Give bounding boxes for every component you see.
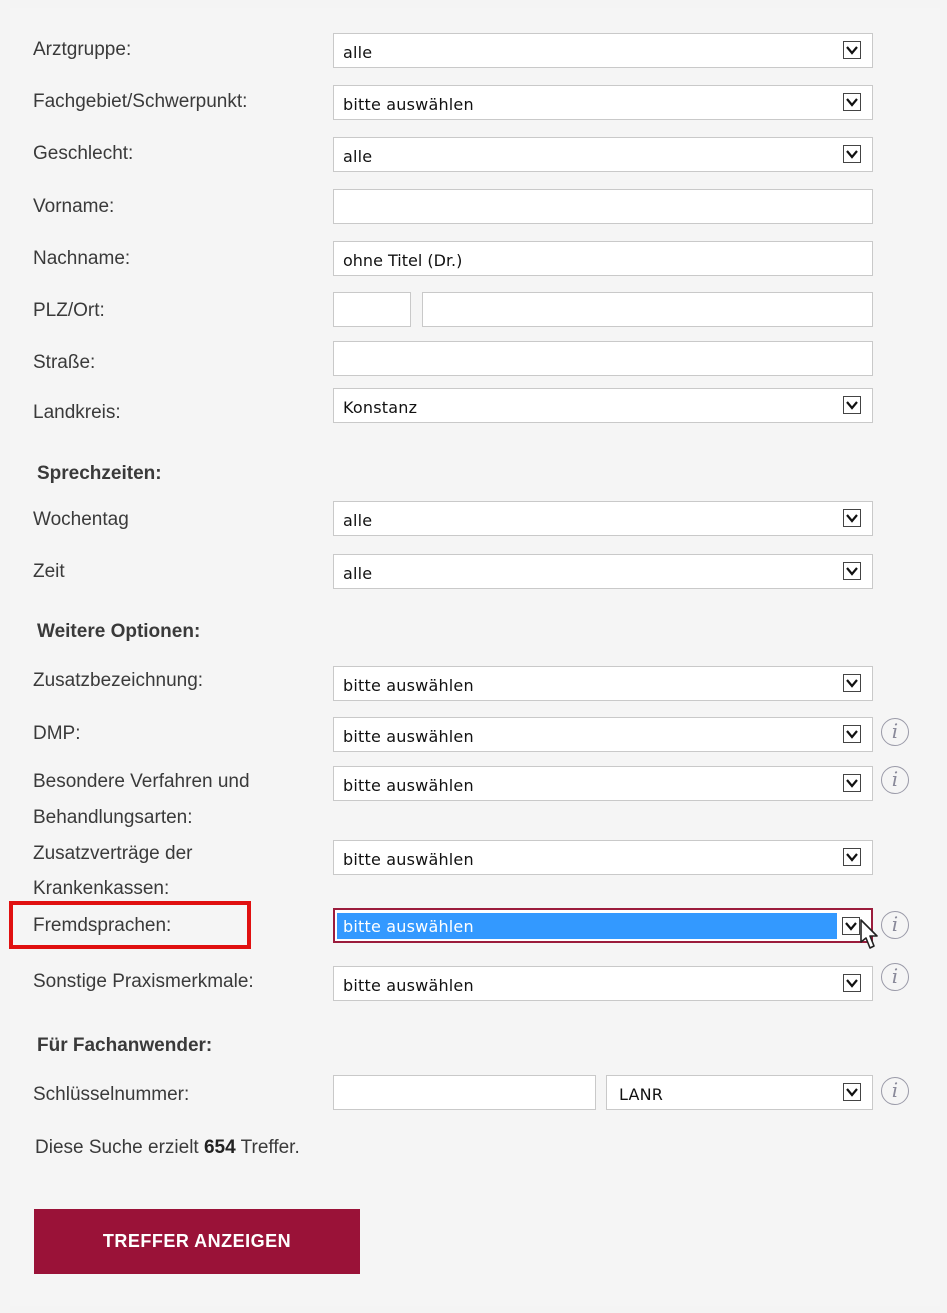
label-arztgruppe: Arztgruppe: — [33, 39, 132, 60]
chevron-down-icon[interactable] — [843, 396, 861, 414]
label-dmp: DMP: — [33, 723, 81, 744]
label-zusatzbezeichnung: Zusatzbezeichnung: — [33, 670, 204, 691]
schluesselnummer-input[interactable] — [333, 1075, 596, 1110]
info-icon[interactable]: i — [881, 911, 909, 939]
label-landkreis: Landkreis: — [33, 402, 121, 423]
strasse-input[interactable] — [333, 341, 873, 376]
input-placeholder: ohne Titel (Dr.) — [343, 251, 463, 270]
select-wochentag[interactable]: alle — [333, 501, 873, 536]
select-arztgruppe[interactable]: alle — [333, 33, 873, 68]
chevron-down-icon[interactable] — [843, 145, 861, 163]
chevron-down-icon[interactable] — [843, 41, 861, 59]
select-verfahren[interactable]: bitte auswählen — [333, 766, 873, 801]
label-wochentag: Wochentag — [33, 509, 129, 530]
select-value: bitte auswählen — [343, 976, 474, 995]
show-results-button[interactable]: TREFFER ANZEIGEN — [34, 1209, 360, 1274]
label-plz-ort: PLZ/Ort: — [33, 300, 105, 321]
label-zeit: Zeit — [33, 561, 65, 582]
chevron-down-icon[interactable] — [843, 562, 861, 580]
vorname-input[interactable] — [333, 189, 873, 224]
select-value: alle — [343, 511, 373, 530]
chevron-down-icon[interactable] — [843, 848, 861, 866]
chevron-down-icon[interactable] — [843, 93, 861, 111]
label-sonstige: Sonstige Praxismerkmale: — [33, 971, 254, 992]
select-geschlecht[interactable]: alle — [333, 137, 873, 172]
info-icon[interactable]: i — [881, 963, 909, 991]
select-value: bitte auswählen — [343, 95, 474, 114]
info-icon[interactable]: i — [881, 766, 909, 794]
select-value: bitte auswählen — [343, 776, 474, 795]
select-zusatzvertraege[interactable]: bitte auswählen — [333, 840, 873, 875]
result-prefix: Diese Suche erzielt — [35, 1137, 204, 1158]
label-verfahren-2: Behandlungsarten: — [33, 807, 193, 828]
label-zusatzvertraege-1: Zusatzverträge der — [33, 843, 193, 864]
select-value: bitte auswählen — [343, 850, 474, 869]
select-sonstige[interactable]: bitte auswählen — [333, 966, 873, 1001]
select-fremdsprachen[interactable]: bitte auswählen — [333, 908, 873, 943]
plz-input[interactable] — [333, 292, 411, 327]
heading-fachanwender: Für Fachanwender: — [37, 1035, 213, 1056]
chevron-down-icon[interactable] — [843, 725, 861, 743]
select-zeit[interactable]: alle — [333, 554, 873, 589]
chevron-down-icon[interactable] — [843, 974, 861, 992]
label-zusatzvertraege-2: Krankenkassen: — [33, 878, 170, 899]
select-value: alle — [343, 564, 373, 583]
label-schluesselnummer: Schlüsselnummer: — [33, 1084, 190, 1105]
result-count: 654 — [203, 1137, 236, 1158]
label-geschlecht: Geschlecht: — [33, 143, 134, 164]
select-value: alle — [343, 43, 373, 62]
select-fachgebiet[interactable]: bitte auswählen — [333, 85, 873, 120]
label-nachname: Nachname: — [33, 248, 131, 269]
info-icon[interactable]: i — [881, 718, 909, 746]
label-strasse: Straße: — [33, 352, 96, 373]
select-value: bitte auswählen — [343, 917, 474, 936]
chevron-down-icon[interactable] — [843, 509, 861, 527]
heading-sprechzeiten: Sprechzeiten: — [37, 463, 162, 484]
select-landkreis[interactable]: Konstanz — [333, 388, 873, 423]
select-schluessel-type[interactable]: LANR — [606, 1075, 873, 1110]
chevron-down-icon[interactable] — [843, 1083, 861, 1101]
heading-weitere-optionen: Weitere Optionen: — [37, 621, 201, 642]
chevron-down-icon[interactable] — [843, 674, 861, 692]
select-value: bitte auswählen — [343, 727, 474, 746]
nachname-input[interactable]: ohne Titel (Dr.) — [333, 241, 873, 276]
chevron-down-icon[interactable] — [843, 774, 861, 792]
label-fachgebiet: Fachgebiet/Schwerpunkt: — [33, 91, 248, 112]
mouse-pointer-icon — [860, 919, 878, 949]
select-value: Konstanz — [343, 398, 418, 417]
select-dmp[interactable]: bitte auswählen — [333, 717, 873, 752]
info-icon[interactable]: i — [881, 1077, 909, 1105]
label-vorname: Vorname: — [33, 196, 115, 217]
select-value: bitte auswählen — [343, 676, 474, 695]
label-fremdsprachen: Fremdsprachen: — [33, 915, 172, 936]
select-value: alle — [343, 147, 373, 166]
ort-input[interactable] — [422, 292, 873, 327]
select-value: LANR — [619, 1085, 664, 1104]
result-count-text: Diese Suche erzielt 654 Treffer. — [35, 1137, 300, 1159]
select-zusatzbezeichnung[interactable]: bitte auswählen — [333, 666, 873, 701]
label-verfahren-1: Besondere Verfahren und — [33, 771, 250, 792]
result-suffix: Treffer. — [235, 1137, 300, 1158]
